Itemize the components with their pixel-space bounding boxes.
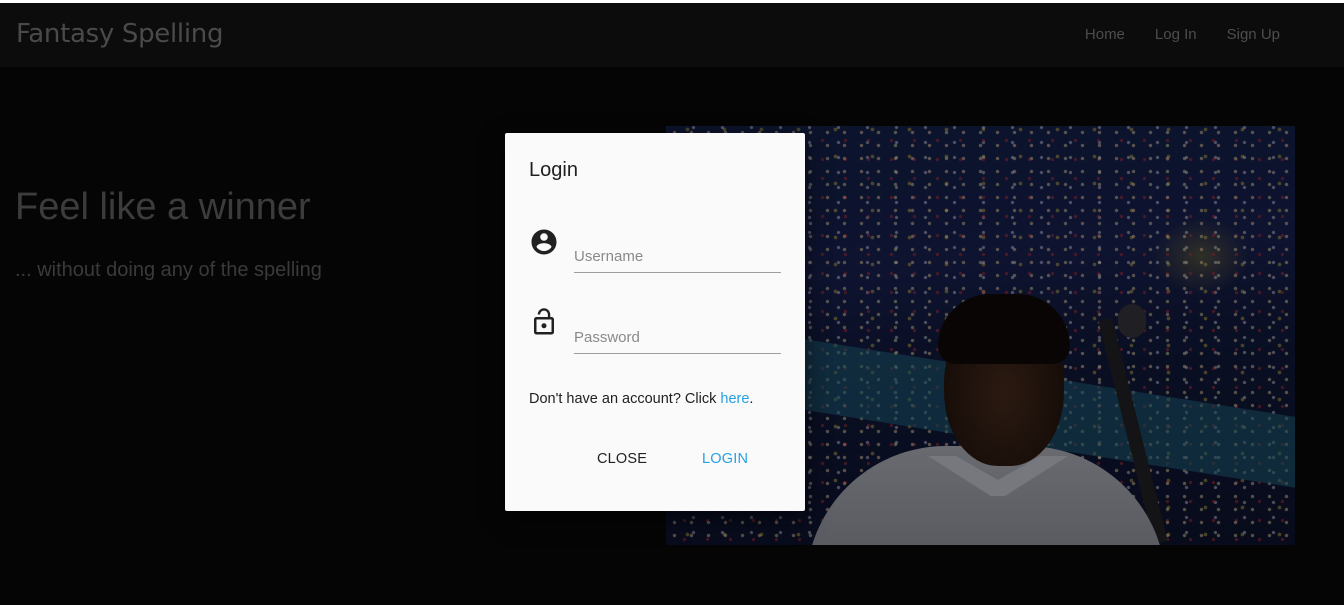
lock-icon	[529, 307, 559, 337]
nav-login-link[interactable]: Log In	[1155, 26, 1197, 43]
signup-here-link[interactable]: here	[720, 391, 749, 407]
signup-prompt-suffix: .	[749, 391, 754, 407]
login-dialog: Login Don't have an account? Click here.…	[505, 133, 805, 511]
navbar: Fantasy Spelling Home Log In Sign Up	[0, 3, 1344, 67]
account-circle-icon	[529, 227, 559, 257]
brand-logo[interactable]: Fantasy Spelling	[16, 19, 223, 49]
close-button[interactable]: CLOSE	[597, 449, 647, 469]
signup-prompt-text: Don't have an account? Click	[529, 391, 721, 407]
signup-prompt: Don't have an account? Click here.	[529, 391, 753, 407]
username-input[interactable]	[574, 240, 781, 273]
hero-subtitle: ... without doing any of the spelling	[15, 259, 322, 281]
nav-links: Home Log In Sign Up	[1085, 26, 1280, 43]
hero-title: Feel like a winner	[15, 186, 311, 228]
login-button[interactable]: LOGIN	[702, 449, 748, 469]
dialog-title: Login	[529, 159, 578, 181]
password-input[interactable]	[574, 321, 781, 354]
nav-home-link[interactable]: Home	[1085, 26, 1125, 43]
nav-signup-link[interactable]: Sign Up	[1227, 26, 1280, 43]
